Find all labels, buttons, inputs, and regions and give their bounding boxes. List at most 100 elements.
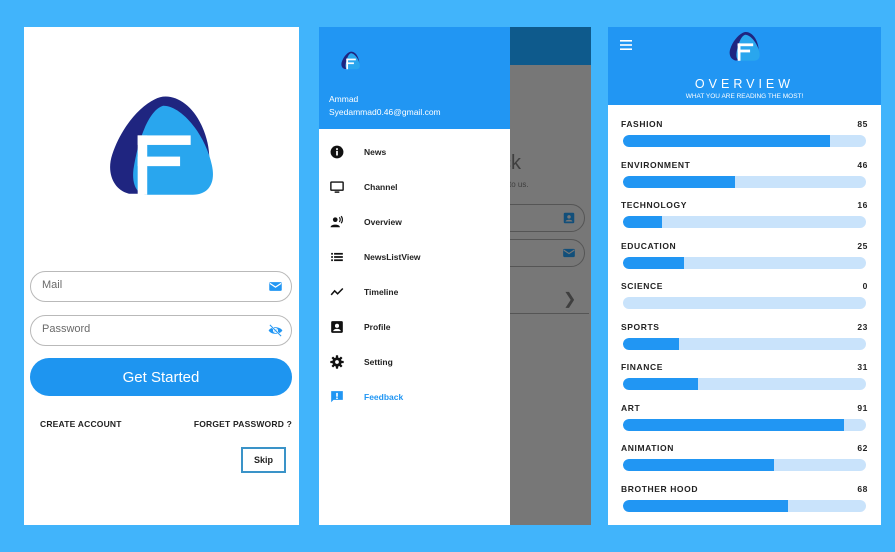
drawer-item-label: Profile [364,322,391,332]
category-name: TECHNOLOGY [621,200,687,210]
category-value: 0 [862,281,868,291]
drawer-item-news[interactable]: News [319,137,510,167]
info-icon [330,145,344,159]
progress-track [623,256,866,269]
drawer-item-label: Setting [364,357,393,367]
drawer-item-overview[interactable]: Overview [319,207,510,237]
record-voice-icon [330,215,343,228]
progress-track [623,135,866,147]
category-value: 16 [857,200,868,210]
category-row: FINANCE 31 [608,362,881,402]
chevron-right-icon: ❯ [563,291,577,308]
drawer-item-label: News [364,147,387,157]
overview-subtitle: WHAT YOU ARE READING THE MOST! [685,93,804,100]
category-row: TECHNOLOGY 16 [608,200,881,240]
category-name: SPORTS [621,321,660,332]
category-value: 46 [857,159,868,170]
background-subtitle-fragment: to us. [509,180,529,189]
category-value: 62 [857,443,868,453]
category-name: FASHION [621,119,663,129]
drawer-item-setting[interactable]: Setting [319,347,510,377]
password-input[interactable] [42,323,242,335]
progress-track [623,378,866,390]
category-row: SPORTS 23 [608,322,881,362]
drawer-item-label: Timeline [364,287,399,297]
create-account-link[interactable]: CREATE ACCOUNT [40,419,122,429]
eye-off-icon[interactable] [268,323,283,338]
progress-track [623,499,866,512]
user-name: Ammad [329,94,359,104]
drawer-item-label: NewsListView [364,252,421,262]
menu-icon[interactable] [620,40,632,50]
list-icon [331,252,343,262]
drawer-item-label: Overview [364,217,402,227]
overview-screen: OVERVIEW WHAT YOU ARE READING THE MOST! … [608,27,881,525]
mail-icon [269,282,282,291]
drawer-header: Ammad Syedammad0.46@gmail.com [319,27,510,129]
login-screen: Get Started CREATE ACCOUNT FORGET PASSWO… [24,27,299,525]
category-row: EDUCATION 25 [608,241,881,281]
gear-icon [330,355,344,369]
feedback-icon [331,391,343,403]
progress-track [623,175,866,188]
background-divider [509,313,589,314]
forget-password-link[interactable]: FORGET PASSWORD ? [194,419,292,429]
category-name: FINANCE [621,362,663,372]
progress-track [623,418,866,431]
drawer-item-newslistview[interactable]: NewsListView [319,242,510,272]
category-value: 23 [857,321,868,332]
password-field[interactable] [30,315,292,346]
category-row: SCIENCE 0 [608,281,881,321]
progress-track [623,337,866,350]
category-value: 68 [857,483,868,494]
progress-fill [623,175,735,188]
category-name: ANIMATION [621,443,674,453]
category-name: ART [621,402,641,413]
profile-card-icon [331,321,343,333]
category-row: FASHION 85 [608,119,881,159]
category-row: BROTHER HOOD 68 [608,484,881,524]
progress-fill [623,337,679,350]
progress-track [623,216,866,228]
mail-icon [563,248,575,258]
app-logo [341,51,360,70]
category-value: 91 [857,402,868,413]
mail-field[interactable] [30,271,292,302]
category-name: EDUCATION [621,240,677,251]
tv-icon [330,181,344,193]
drawer-item-profile[interactable]: Profile [319,312,510,342]
progress-fill [623,459,774,471]
app-logo [729,31,760,62]
app-logo [106,93,216,199]
progress-fill [623,378,699,390]
category-name: SCIENCE [621,281,663,291]
user-email: Syedammad0.46@gmail.com [329,107,441,117]
category-row: ANIMATION 62 [608,443,881,483]
skip-button[interactable]: Skip [241,447,286,473]
contact-card-icon [563,212,575,224]
drawer-item-channel[interactable]: Channel [319,172,510,202]
mail-input[interactable] [42,279,242,291]
drawer-item-feedback[interactable]: Feedback [319,382,510,412]
progress-track [623,459,866,471]
progress-fill [623,216,662,228]
overview-title: OVERVIEW [694,77,795,91]
progress-fill [623,499,789,512]
get-started-button[interactable]: Get Started [30,358,292,396]
drawer-item-timeline[interactable]: Timeline [319,277,510,307]
drawer-screen: ck to us. ❯ Ammad Syedammad0.46@gmail.co… [319,27,591,525]
category-row: ART 91 [608,403,881,443]
overview-header: OVERVIEW WHAT YOU ARE READING THE MOST! [608,27,881,105]
category-value: 85 [857,119,868,129]
progress-fill [623,256,684,269]
category-row: ENVIRONMENT 46 [608,160,881,200]
timeline-icon [330,287,344,296]
drawer-item-label: Feedback [364,392,404,402]
category-name: BROTHER HOOD [621,483,699,494]
drawer-item-label: Channel [364,182,398,192]
progress-track [623,297,866,309]
category-name: ENVIRONMENT [621,159,691,170]
category-value: 25 [857,240,868,251]
navigation-drawer: Ammad Syedammad0.46@gmail.com News Chann… [319,27,510,525]
progress-fill [623,418,845,431]
